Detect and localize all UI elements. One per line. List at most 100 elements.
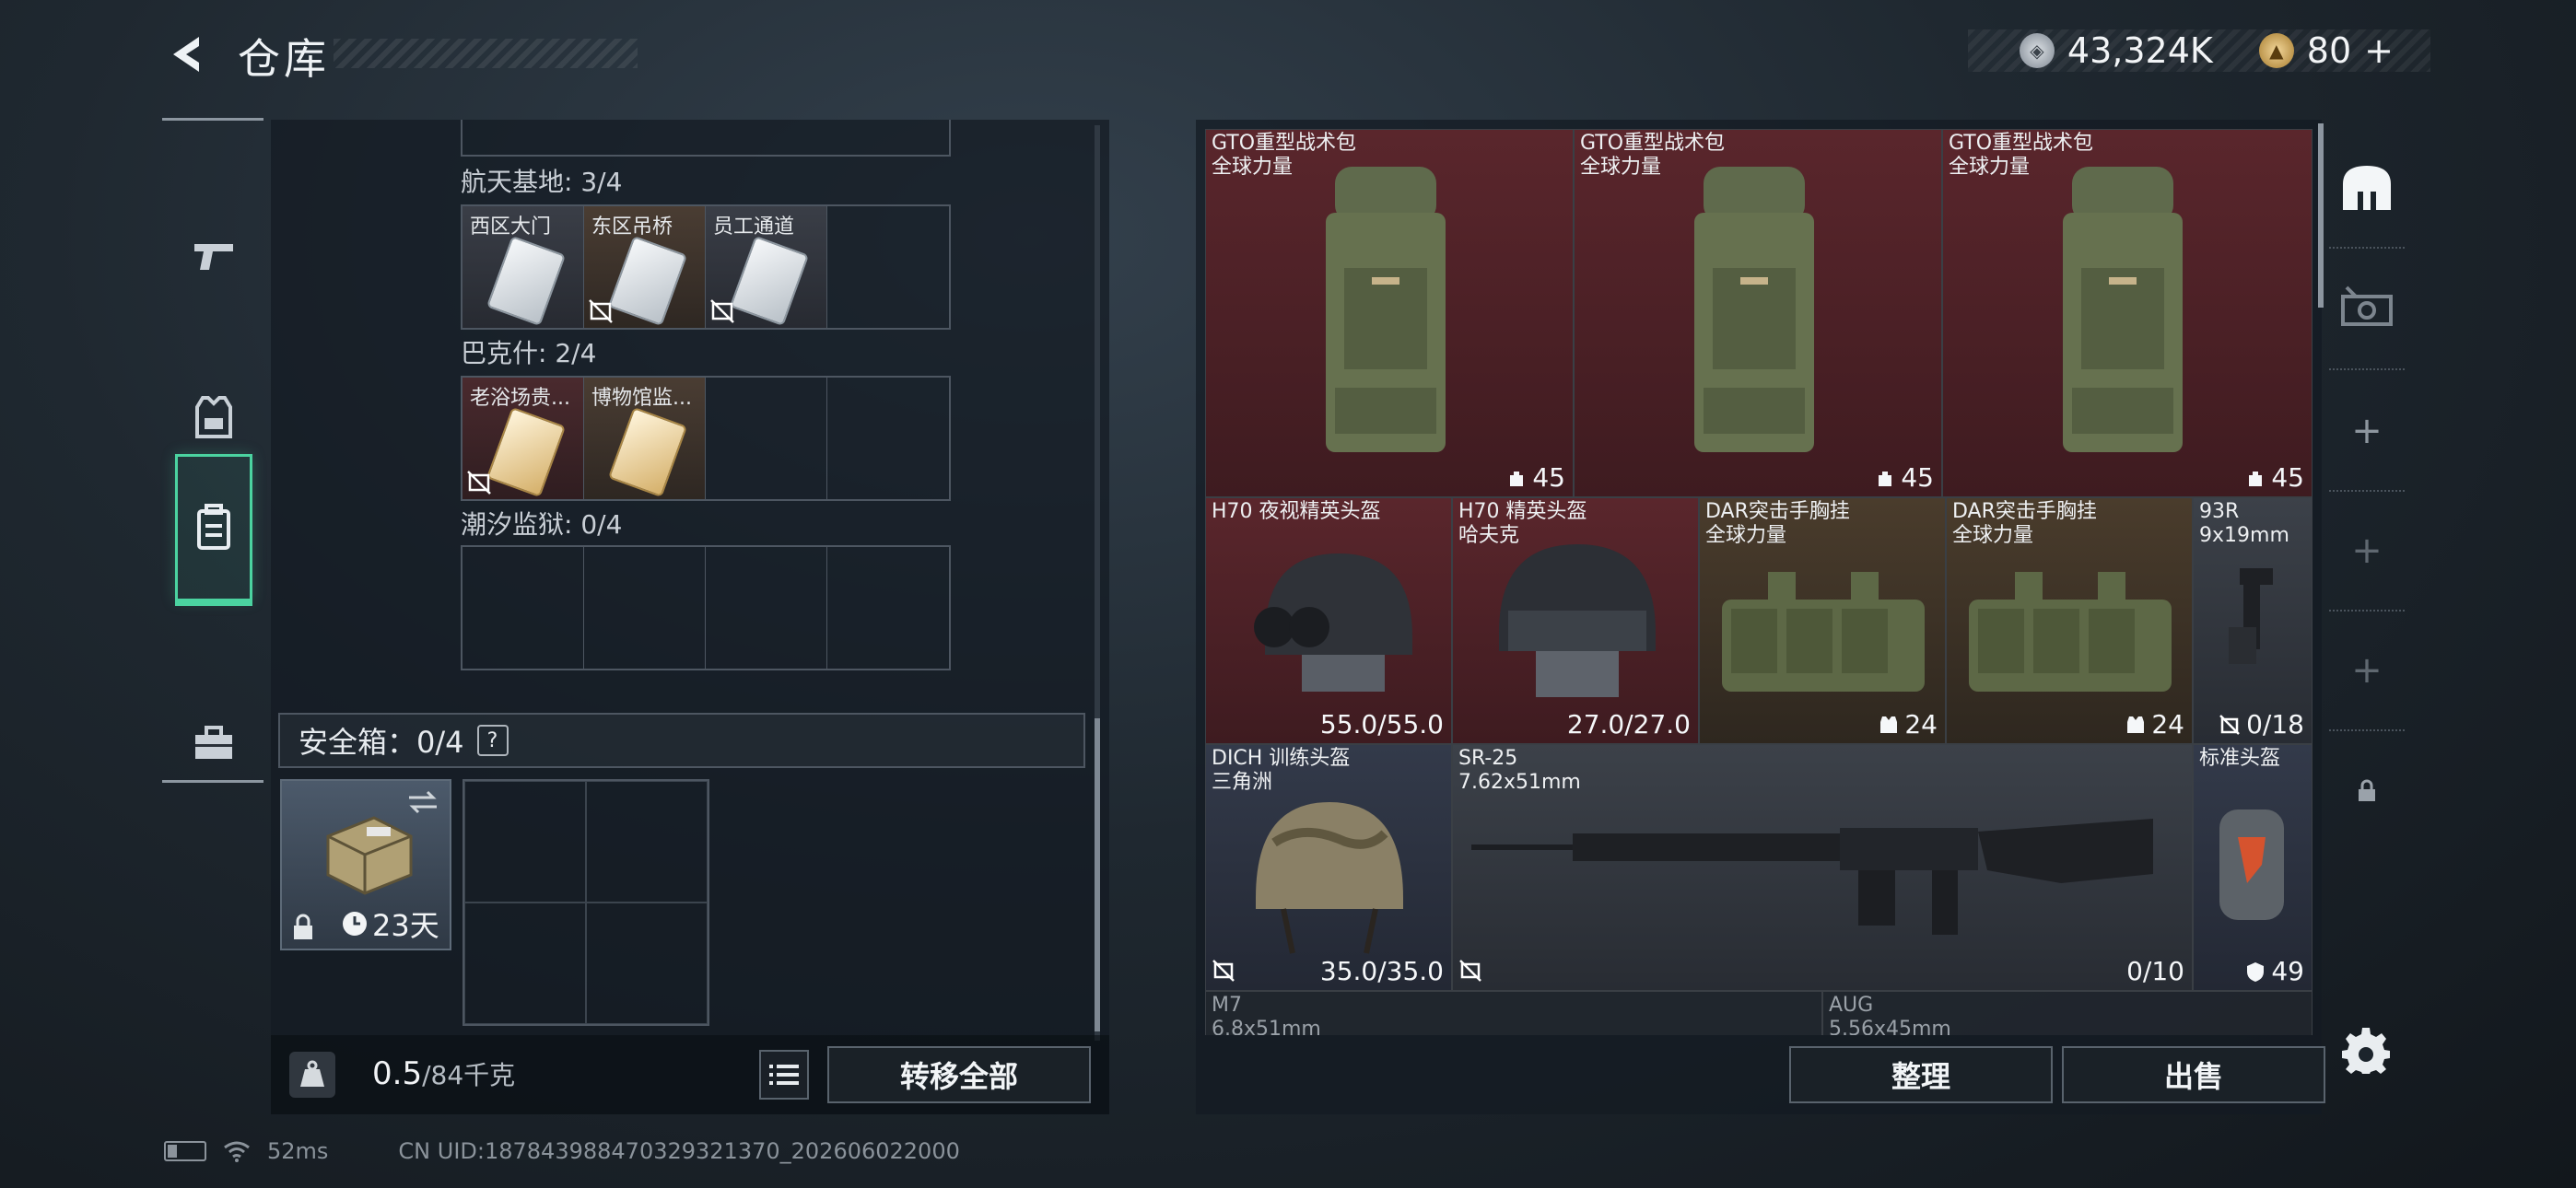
chest-rig-image: [1722, 572, 1925, 692]
stash-tabs: + + +: [2325, 120, 2408, 1114]
uid-text: CN UID:187843988470329321370_20260602200…: [398, 1138, 960, 1164]
keycard-icon: [607, 406, 688, 498]
pistol-image: [2229, 568, 2273, 664]
pistol-icon: [194, 244, 233, 270]
safe-box-title: 安全箱：0/4: [299, 725, 464, 760]
stash-item-helmet[interactable]: 标准头盔 49: [2193, 744, 2313, 991]
stash-item-backpack[interactable]: GTO重型战术包 全球力量 45: [1205, 129, 1574, 497]
stash-item-rifle[interactable]: AUG 5.56x45mm: [1822, 991, 2313, 1035]
safe-box-header: 安全箱：0/4 ?: [278, 713, 1085, 768]
unusable-icon: [589, 299, 613, 323]
lock-icon: [294, 914, 312, 939]
help-button[interactable]: ?: [476, 725, 509, 756]
key-item[interactable]: 西区大门: [463, 206, 584, 328]
settings-button[interactable]: [2340, 1024, 2392, 1076]
scrollbar-thumb[interactable]: [2318, 123, 2324, 308]
rifle-image: [1471, 819, 2153, 935]
keycard-icon: [729, 235, 810, 327]
sell-button[interactable]: 出售: [2062, 1046, 2325, 1103]
backpack-image: [2063, 167, 2183, 452]
armor-icon: [2247, 961, 2265, 982]
stash-tab-add[interactable]: +: [2329, 372, 2405, 492]
safe-box-grid[interactable]: [463, 779, 709, 1026]
helmet-image: [2219, 809, 2284, 920]
stash-tab-locked[interactable]: [2329, 731, 2405, 851]
tab-toolbox[interactable]: [175, 670, 252, 817]
swap-icon[interactable]: [405, 788, 440, 816]
stash-tab-2[interactable]: [2329, 250, 2405, 370]
stash-item-backpack[interactable]: GTO重型战术包 全球力量 45: [1574, 129, 1942, 497]
tab-inventory[interactable]: [175, 454, 252, 606]
battery-icon: [164, 1141, 206, 1161]
key-group-title: 巴克什: 2/4: [461, 338, 597, 368]
add-currency-button[interactable]: +: [2364, 30, 2394, 71]
safe-box-item[interactable]: 23天: [280, 779, 451, 950]
safe-case-icon: [326, 816, 413, 895]
key-slot-empty[interactable]: [827, 206, 949, 328]
stash-panel: GTO重型战术包 全球力量 45 GTO重型战术包 全球力量 45 GTO重型战术包…: [1196, 120, 2324, 1114]
stash-tab-add[interactable]: +: [2329, 611, 2405, 731]
scrollbar-thumb[interactable]: [1095, 718, 1100, 1031]
key-slot-empty[interactable]: [584, 547, 706, 669]
silver-coin-icon: ◈: [2019, 33, 2055, 68]
key-group-title: 航天基地: 3/4: [461, 167, 623, 197]
transfer-all-button[interactable]: 转移全部: [827, 1046, 1091, 1103]
key-item[interactable]: 东区吊桥: [584, 206, 706, 328]
stash-item-chest-rig[interactable]: DAR突击手胸挂 全球力量 24: [1699, 497, 1946, 744]
stash-tab-main[interactable]: [2329, 129, 2405, 249]
key-item[interactable]: 老浴场贵...: [463, 378, 584, 499]
unusable-icon: [1212, 960, 1235, 982]
key-grid-partial: [461, 120, 951, 157]
stash-item-helmet[interactable]: DICH 训练头盔 三角洲 35.0/35.0: [1205, 744, 1452, 991]
key-group-title: 潮汐监狱: 0/4: [461, 509, 623, 540]
capacity-icon: [1879, 471, 1892, 486]
stash-tab-add[interactable]: +: [2329, 492, 2405, 611]
gear-icon: [2342, 1028, 2390, 1074]
weight-icon: [289, 1052, 335, 1098]
key-slot-empty[interactable]: [706, 547, 827, 669]
warehouse-icon: [2343, 166, 2391, 210]
backpack-image: [1326, 167, 1446, 452]
status-bar: 52ms CN UID:187843988470329321370_202606…: [164, 1138, 960, 1164]
list-view-button[interactable]: [759, 1050, 809, 1100]
helmet-image: [1254, 553, 1412, 692]
wifi-icon: [224, 1141, 250, 1162]
clock-icon: [343, 912, 367, 936]
vest-small-icon: [1880, 716, 1898, 733]
stash-item-pistol[interactable]: 93R 9x19mm 0/18: [2193, 497, 2313, 744]
stash-item-backpack[interactable]: GTO重型战术包 全球力量 45: [1942, 129, 2313, 497]
back-button[interactable]: [162, 31, 208, 77]
key-slot-empty[interactable]: [827, 378, 949, 499]
ping-text: 52ms: [267, 1138, 329, 1164]
gold-amount: 80: [2306, 30, 2352, 71]
gold-coin-icon: ▲: [2258, 33, 2294, 68]
key-slot-empty[interactable]: [463, 547, 584, 669]
key-slot-empty[interactable]: [706, 378, 827, 499]
key-slot-empty[interactable]: [827, 547, 949, 669]
stash-item-rifle[interactable]: SR-25 7.62x51mm 0/10: [1452, 744, 2193, 991]
sort-button[interactable]: 整理: [1789, 1046, 2053, 1103]
key-grid-prison: [461, 545, 951, 670]
stash-item-rifle[interactable]: M7 6.8x51mm: [1205, 991, 1822, 1035]
key-item[interactable]: 员工通道: [706, 206, 827, 328]
stash-grid: GTO重型战术包 全球力量 45 GTO重型战术包 全球力量 45 GTO重型战术包…: [1205, 129, 2313, 1035]
stash-item-helmet[interactable]: H70 夜视精英头盔 55.0/55.0: [1205, 497, 1452, 744]
no-ammo-icon: [1459, 960, 1481, 982]
helmet-image: [1256, 802, 1403, 954]
lock-icon: [2359, 779, 2375, 801]
keycard-icon: [486, 406, 567, 498]
stash-item-helmet[interactable]: H70 精英头盔 哈夫克 27.0/27.0: [1452, 497, 1699, 744]
loadout-panel: 航天基地: 3/4 西区大门 东区吊桥 员工通道 巴克什: 2/4 老浴场贵..…: [271, 120, 1109, 1114]
key-grid-bakesh: 老浴场贵... 博物馆监...: [461, 376, 951, 501]
tab-weapons[interactable]: [175, 183, 252, 331]
stash-item-chest-rig[interactable]: DAR突击手胸挂 全球力量 24: [1946, 497, 2193, 744]
category-tabs: [162, 118, 263, 783]
capacity-icon: [2249, 471, 2263, 486]
keycard-icon: [486, 235, 567, 327]
key-item[interactable]: 博物馆监...: [584, 378, 706, 499]
header-decoration: [334, 39, 638, 68]
toolbox-icon: [195, 726, 232, 759]
capacity-icon: [1510, 471, 1524, 486]
page-title: 仓库: [238, 34, 330, 84]
vest-small-icon: [2127, 716, 2145, 733]
